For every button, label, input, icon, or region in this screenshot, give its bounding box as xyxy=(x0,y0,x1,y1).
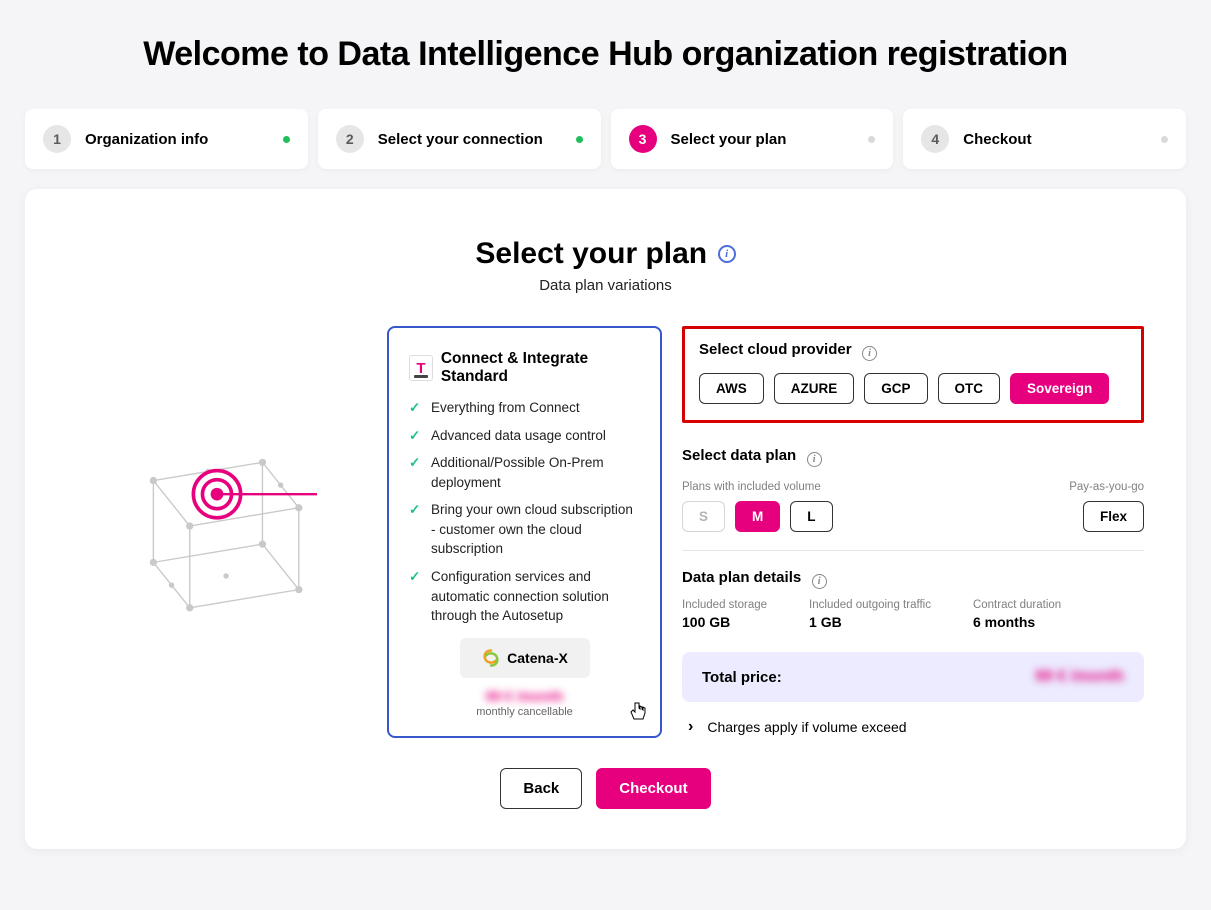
step-select-plan[interactable]: 3 Select your plan xyxy=(611,109,894,169)
detail-storage: Included storage 100 GB xyxy=(682,599,767,630)
feature-text: Advanced data usage control xyxy=(431,426,606,446)
feature-text: Configuration services and automatic con… xyxy=(431,567,640,626)
info-icon[interactable]: i xyxy=(807,452,822,467)
chevron-right-icon: › xyxy=(688,718,693,736)
details-label: Data plan details xyxy=(682,569,801,586)
checkout-button[interactable]: Checkout xyxy=(596,768,710,809)
info-icon[interactable]: i xyxy=(862,346,877,361)
step-number: 3 xyxy=(629,125,657,153)
check-icon: ✓ xyxy=(409,500,423,559)
plan-price-blurred: 99 € /month xyxy=(409,688,640,704)
cloud-provider-highlight: Select cloud provider i AWS AZURE GCP OT… xyxy=(682,326,1144,423)
size-m[interactable]: M xyxy=(735,501,780,532)
check-icon: ✓ xyxy=(409,398,423,418)
feature-text: Additional/Possible On-Prem deployment xyxy=(431,453,640,492)
step-status-dot xyxy=(576,136,583,143)
step-status-dot xyxy=(868,136,875,143)
info-icon[interactable]: i xyxy=(718,245,736,263)
cloud-provider-options: AWS AZURE GCP OTC Sovereign xyxy=(699,373,1127,404)
feature-text: Bring your own cloud subscription - cust… xyxy=(431,500,640,559)
step-status-dot xyxy=(1161,136,1168,143)
pointer-cursor-icon xyxy=(628,701,648,728)
detail-label: Included outgoing traffic xyxy=(809,599,931,611)
provider-azure[interactable]: AZURE xyxy=(774,373,855,404)
check-icon: ✓ xyxy=(409,426,423,446)
stepper: 1 Organization info 2 Select your connec… xyxy=(25,109,1186,169)
total-label: Total price: xyxy=(702,669,782,686)
provider-sovereign[interactable]: Sovereign xyxy=(1010,373,1109,404)
check-icon: ✓ xyxy=(409,567,423,626)
divider xyxy=(682,550,1144,551)
size-s: S xyxy=(682,501,725,532)
detail-label: Included storage xyxy=(682,599,767,611)
size-flex[interactable]: Flex xyxy=(1083,501,1144,532)
section-subtitle: Data plan variations xyxy=(67,277,1144,294)
provider-otc[interactable]: OTC xyxy=(938,373,1001,404)
total-price-box: Total price: 99 € /month xyxy=(682,652,1144,702)
step-label: Organization info xyxy=(85,131,208,148)
step-organization-info[interactable]: 1 Organization info xyxy=(25,109,308,169)
total-price-blurred: 99 € /month xyxy=(1035,668,1124,686)
provider-gcp[interactable]: GCP xyxy=(864,373,927,404)
charges-text: Charges apply if volume exceed xyxy=(707,719,906,735)
provider-aws[interactable]: AWS xyxy=(699,373,764,404)
charges-disclosure[interactable]: › Charges apply if volume exceed xyxy=(682,718,1144,736)
step-checkout[interactable]: 4 Checkout xyxy=(903,109,1186,169)
plan-card[interactable]: T Connect & Integrate Standard ✓ Everythi… xyxy=(387,326,662,738)
page-title: Welcome to Data Intelligence Hub organiz… xyxy=(25,35,1186,74)
detail-traffic: Included outgoing traffic 1 GB xyxy=(809,599,931,630)
step-label: Select your plan xyxy=(671,131,787,148)
detail-duration: Contract duration 6 months xyxy=(973,599,1061,630)
included-volume-caption: Plans with included volume xyxy=(682,481,833,493)
payg-caption: Pay-as-you-go xyxy=(1069,481,1144,493)
check-icon: ✓ xyxy=(409,453,423,492)
cube-graphic xyxy=(67,326,367,626)
detail-value: 100 GB xyxy=(682,614,767,630)
catena-x-badge: Catena-X xyxy=(460,638,590,678)
catena-label: Catena-X xyxy=(507,650,568,666)
step-label: Checkout xyxy=(963,131,1031,148)
feature-list: ✓ Everything from Connect ✓ Advanced data … xyxy=(409,398,640,626)
back-button[interactable]: Back xyxy=(500,768,582,809)
data-plan-details: Data plan details i Included storage 100… xyxy=(682,569,1144,630)
catena-swirl-icon xyxy=(481,648,501,668)
cancel-note: monthly cancellable xyxy=(409,706,640,718)
size-l[interactable]: L xyxy=(790,501,832,532)
section-title: Select your plan xyxy=(475,237,707,271)
step-select-connection[interactable]: 2 Select your connection xyxy=(318,109,601,169)
feature-text: Everything from Connect xyxy=(431,398,580,418)
step-number: 4 xyxy=(921,125,949,153)
main-card: Select your plan i Data plan variations xyxy=(25,189,1186,849)
cloud-provider-label: Select cloud provider xyxy=(699,341,852,358)
step-label: Select your connection xyxy=(378,131,543,148)
plan-title: Connect & Integrate Standard xyxy=(441,350,640,386)
detail-label: Contract duration xyxy=(973,599,1061,611)
data-plan-section: Select data plan i Plans with included v… xyxy=(682,447,1144,532)
t-brand-logo: T xyxy=(409,355,433,381)
action-row: Back Checkout xyxy=(67,768,1144,809)
step-status-dot xyxy=(283,136,290,143)
detail-value: 6 months xyxy=(973,614,1061,630)
info-icon[interactable]: i xyxy=(812,574,827,589)
step-number: 2 xyxy=(336,125,364,153)
data-plan-label: Select data plan xyxy=(682,447,796,464)
step-number: 1 xyxy=(43,125,71,153)
detail-value: 1 GB xyxy=(809,614,931,630)
